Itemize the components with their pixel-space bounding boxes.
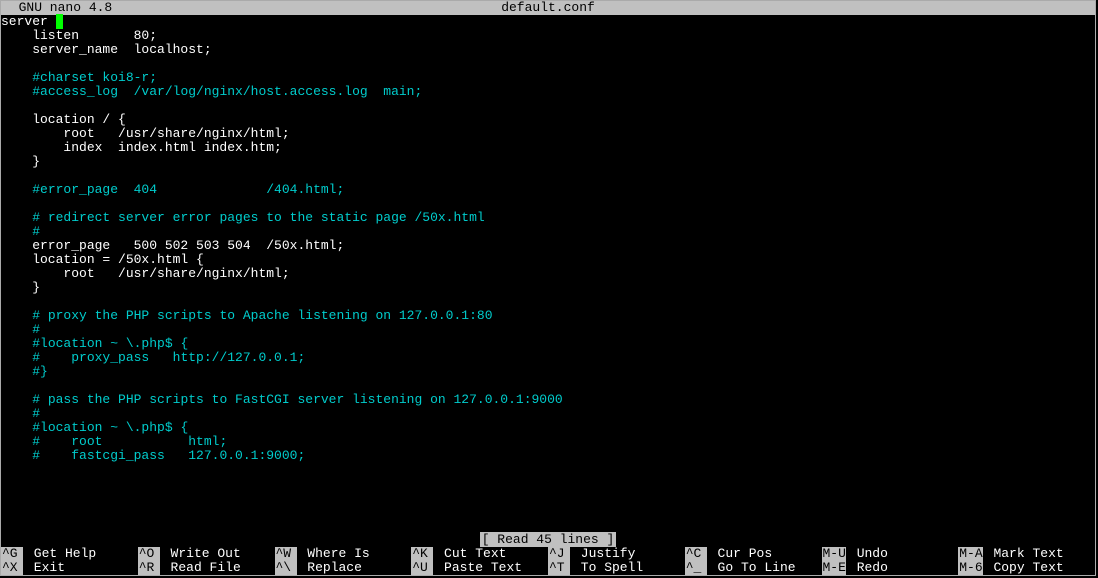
shortcut-cur-pos[interactable]: ^C Cur Pos — [685, 547, 822, 561]
editor-line[interactable]: # proxy_pass http://127.0.0.1; — [1, 351, 1095, 365]
shortcut-redo[interactable]: M-E Redo — [822, 561, 959, 575]
editor-line[interactable]: # — [1, 407, 1095, 421]
shortcut-row-1: ^G Get Help^O Write Out^W Where Is^K Cut… — [1, 547, 1095, 561]
shortcut-label: Undo — [846, 547, 888, 561]
shortcut-key: M-A — [958, 547, 982, 561]
shortcut-label: Go To Line — [707, 561, 796, 575]
editor-line[interactable]: #charset koi8-r; — [1, 71, 1095, 85]
shortcut-undo[interactable]: M-U Undo — [822, 547, 959, 561]
shortcut-key: M-E — [822, 561, 846, 575]
editor-line[interactable] — [1, 99, 1095, 113]
editor-line[interactable]: index index.html index.htm; — [1, 141, 1095, 155]
shortcut-go-to-line[interactable]: ^_ Go To Line — [685, 561, 822, 575]
editor-line[interactable]: listen 80; — [1, 29, 1095, 43]
shortcut-copy-text[interactable]: M-6 Copy Text — [958, 561, 1095, 575]
editor-line[interactable] — [1, 295, 1095, 309]
shortcut-justify[interactable]: ^J Justify — [548, 547, 685, 561]
editor-line[interactable]: #error_page 404 /404.html; — [1, 183, 1095, 197]
shortcut-key: ^J — [548, 547, 570, 561]
editor-line[interactable]: # fastcgi_pass 127.0.0.1:9000; — [1, 449, 1095, 463]
nano-titlebar: GNU nano 4.8 default.conf — [1, 1, 1095, 15]
terminal-window: GNU nano 4.8 default.conf server { liste… — [0, 0, 1096, 576]
shortcut-label: To Spell — [570, 561, 643, 575]
shortcut-label: Redo — [846, 561, 888, 575]
shortcut-label: Exit — [23, 561, 65, 575]
shortcut-row-2: ^X Exit^R Read File^\ Replace^U Paste Te… — [1, 561, 1095, 575]
shortcut-key: ^K — [411, 547, 433, 561]
shortcut-label: Where Is — [297, 547, 370, 561]
editor-line[interactable]: #location ~ \.php$ { — [1, 337, 1095, 351]
shortcut-label: Copy Text — [983, 561, 1064, 575]
editor-area[interactable]: server { listen 80; server_name localhos… — [1, 15, 1095, 463]
shortcut-label: Cut Text — [433, 547, 506, 561]
shortcut-key: ^T — [548, 561, 570, 575]
status-bar: [ Read 45 lines ] — [1, 533, 1095, 547]
editor-line[interactable]: server_name localhost; — [1, 43, 1095, 57]
editor-line[interactable]: #location ~ \.php$ { — [1, 421, 1095, 435]
shortcut-label: Justify — [570, 547, 635, 561]
shortcut-replace[interactable]: ^\ Replace — [275, 561, 412, 575]
editor-line[interactable]: # root html; — [1, 435, 1095, 449]
editor-line[interactable]: #access_log /var/log/nginx/host.access.l… — [1, 85, 1095, 99]
editor-line[interactable]: location / { — [1, 113, 1095, 127]
file-name: default.conf — [501, 1, 595, 15]
shortcut-cut-text[interactable]: ^K Cut Text — [411, 547, 548, 561]
shortcut-key: M-U — [822, 547, 846, 561]
shortcut-label: Read File — [160, 561, 241, 575]
shortcut-to-spell[interactable]: ^T To Spell — [548, 561, 685, 575]
app-name: GNU nano 4.8 — [1, 1, 112, 15]
shortcut-bar: ^G Get Help^O Write Out^W Where Is^K Cut… — [1, 547, 1095, 575]
shortcut-key: ^G — [1, 547, 23, 561]
editor-line[interactable]: # — [1, 225, 1095, 239]
editor-line[interactable]: # redirect server error pages to the sta… — [1, 211, 1095, 225]
shortcut-label: Mark Text — [983, 547, 1064, 561]
editor-line[interactable]: server { — [1, 15, 1095, 29]
editor-line[interactable]: location = /50x.html { — [1, 253, 1095, 267]
shortcut-exit[interactable]: ^X Exit — [1, 561, 138, 575]
shortcut-where-is[interactable]: ^W Where Is — [275, 547, 412, 561]
shortcut-key: ^W — [275, 547, 297, 561]
shortcut-get-help[interactable]: ^G Get Help — [1, 547, 138, 561]
shortcut-key: ^R — [138, 561, 160, 575]
editor-line[interactable] — [1, 169, 1095, 183]
shortcut-write-out[interactable]: ^O Write Out — [138, 547, 275, 561]
editor-line[interactable] — [1, 379, 1095, 393]
editor-line[interactable] — [1, 197, 1095, 211]
shortcut-label: Cur Pos — [707, 547, 772, 561]
shortcut-key: M-6 — [958, 561, 982, 575]
shortcut-paste-text[interactable]: ^U Paste Text — [411, 561, 548, 575]
shortcut-key: ^\ — [275, 561, 297, 575]
shortcut-key: ^O — [138, 547, 160, 561]
editor-line[interactable]: root /usr/share/nginx/html; — [1, 127, 1095, 141]
editor-line[interactable]: error_page 500 502 503 504 /50x.html; — [1, 239, 1095, 253]
editor-line[interactable]: #} — [1, 365, 1095, 379]
shortcut-label: Replace — [297, 561, 362, 575]
editor-line[interactable]: # — [1, 323, 1095, 337]
shortcut-label: Paste Text — [433, 561, 522, 575]
shortcut-mark-text[interactable]: M-A Mark Text — [958, 547, 1095, 561]
shortcut-key: ^C — [685, 547, 707, 561]
shortcut-label: Get Help — [23, 547, 96, 561]
editor-line[interactable]: } — [1, 155, 1095, 169]
status-text: [ Read 45 lines ] — [480, 532, 617, 547]
shortcut-key: ^X — [1, 561, 23, 575]
shortcut-key: ^_ — [685, 561, 707, 575]
editor-line[interactable]: root /usr/share/nginx/html; — [1, 267, 1095, 281]
editor-line[interactable] — [1, 57, 1095, 71]
shortcut-label: Write Out — [160, 547, 241, 561]
shortcut-read-file[interactable]: ^R Read File — [138, 561, 275, 575]
editor-line[interactable]: # proxy the PHP scripts to Apache listen… — [1, 309, 1095, 323]
editor-line[interactable]: } — [1, 281, 1095, 295]
shortcut-key: ^U — [411, 561, 433, 575]
editor-line[interactable]: # pass the PHP scripts to FastCGI server… — [1, 393, 1095, 407]
